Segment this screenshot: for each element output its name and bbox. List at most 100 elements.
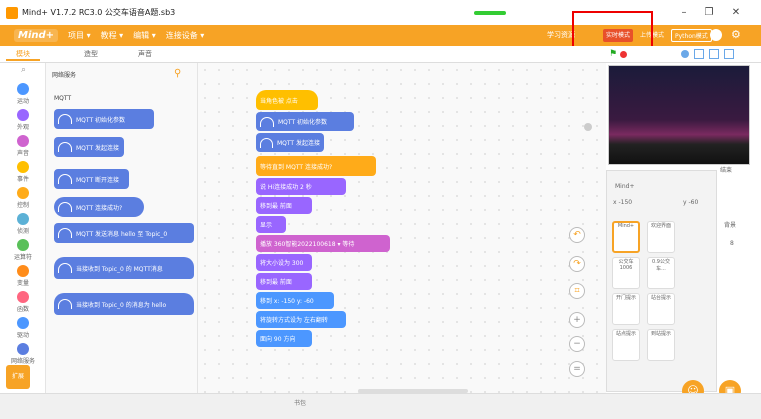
sprite-panel: Mind+ x -150 y -60 Mind+ 欢迎界面 公交车1006 0.… (606, 170, 717, 392)
close-icon[interactable]: ✕ (729, 6, 743, 20)
backdrop-label: 背景 (724, 222, 737, 229)
category-dot (17, 317, 29, 329)
wifi-icon (58, 174, 72, 184)
mind-plus-logo: Mind+ (14, 29, 59, 42)
palette-block-mqtt-init[interactable]: MQTT 初始化参数 (54, 109, 154, 129)
tab-sounds[interactable]: 声音 (128, 48, 162, 61)
category-list: ⌕ 运动 外观 声音 事件 控制 侦测 运算符 变量 函数 驱动 网络服务 (0, 63, 46, 393)
redo-icon[interactable]: ↷ (569, 256, 585, 272)
sprite-name-field[interactable]: Mind+ (615, 183, 634, 190)
wifi-icon (58, 114, 72, 124)
category-dot (17, 187, 29, 199)
search-icon[interactable]: ⌕ (21, 65, 26, 75)
zoom-reset-icon[interactable]: = (569, 361, 585, 377)
palette-block-mqtt-send[interactable]: MQTT 发送消息 hello 至 Topic_0 (54, 223, 194, 243)
sprite-thumb-7[interactable]: 到站提示 (647, 329, 675, 361)
green-flag-icon[interactable]: ⚑ (609, 49, 617, 59)
undo-icon[interactable]: ↶ (569, 227, 585, 243)
script-block-front[interactable]: 移到最 前面 (256, 197, 312, 214)
stage-label-end: 结束 (720, 167, 733, 174)
sprite-thumb-6[interactable]: 站点提示 (612, 329, 640, 361)
palette-block-mqtt-disconnect[interactable]: MQTT 断开连接 (54, 169, 129, 189)
category-dot (17, 213, 29, 225)
wifi-icon (58, 299, 72, 309)
category-looks[interactable]: 外观 (0, 109, 46, 131)
category-sensing[interactable]: 侦测 (0, 213, 46, 235)
sprite-thumb-5[interactable]: 站台提示 (647, 293, 675, 325)
palette-block-mqtt-connected[interactable]: MQTT 连接成功? (54, 197, 144, 217)
sprite-y-field[interactable]: y -60 (683, 199, 698, 206)
menu-connect[interactable]: 连接设备 ▾ (166, 30, 205, 41)
palette-block-mqtt-connect[interactable]: MQTT 发起连接 (54, 137, 124, 157)
sprite-x-field[interactable]: x -150 (613, 199, 632, 206)
extension-button[interactable]: 扩展 (6, 365, 30, 389)
script-block-show[interactable]: 显示 (256, 216, 286, 233)
tab-blocks[interactable]: 模块 (6, 48, 40, 61)
small-stage-icon[interactable] (694, 49, 704, 59)
script-block-front-2[interactable]: 移到最 前面 (256, 273, 312, 290)
mode-python[interactable]: Python模式 (671, 29, 712, 42)
menu-tutorial[interactable]: 教程 ▾ (101, 30, 124, 41)
pin-icon[interactable]: ⚲ (174, 68, 181, 79)
script-block-play-sound[interactable]: 播放 360智能2022100618 ▾ 等待 (256, 235, 390, 252)
category-functions[interactable]: 函数 (0, 291, 46, 313)
category-dot (17, 161, 29, 173)
wifi-icon (58, 202, 72, 212)
stage-canvas[interactable] (608, 65, 750, 165)
zoom-out-icon[interactable]: − (569, 336, 585, 352)
script-block-say[interactable]: 说 Hi连接成功 2 秒 (256, 178, 346, 195)
menu-project[interactable]: 项目 ▾ (68, 30, 91, 41)
crop-icon[interactable]: ⌗ (569, 283, 585, 299)
large-stage-icon[interactable] (709, 49, 719, 59)
script-block-mqtt-connect[interactable]: MQTT 发起连接 (256, 133, 324, 152)
palette-block-mqtt-receive[interactable]: 当接收到 Topic_0 的 MQTT消息 (54, 257, 194, 279)
palette-block-mqtt-receive-value[interactable]: 当接收到 Topic_0 的消息为 hello (54, 293, 194, 315)
sprite-thumb-0[interactable]: Mind+ (612, 221, 640, 253)
script-block-event[interactable]: 当角色被 点击 (256, 90, 318, 110)
script-block-direction[interactable]: 面向 90 方向 (256, 330, 312, 347)
palette-subsection: MQTT (54, 95, 72, 102)
minimize-icon[interactable]: – (677, 6, 691, 20)
category-motion[interactable]: 运动 (0, 83, 46, 105)
category-sound[interactable]: 声音 (0, 135, 46, 157)
script-workspace[interactable]: 当角色被 点击 MQTT 初始化参数 MQTT 发起连接 等待直到 MQTT 连… (198, 63, 606, 393)
script-block-mqtt-init[interactable]: MQTT 初始化参数 (256, 112, 354, 131)
drag-handle[interactable] (474, 11, 506, 15)
wifi-icon (58, 142, 72, 152)
script-block-wait-until[interactable]: 等待直到 MQTT 连接成功? (256, 156, 376, 176)
wifi-icon (260, 116, 274, 127)
backpack-bar[interactable]: 书包 (0, 393, 761, 419)
sprite-thumb-1[interactable]: 欢迎界面 (647, 221, 675, 253)
learning-resources-link[interactable]: 学习资源 (547, 30, 575, 40)
category-dot (17, 109, 29, 121)
zoom-in-icon[interactable]: + (569, 312, 585, 328)
avatar[interactable] (710, 29, 722, 41)
category-control[interactable]: 控制 (0, 187, 46, 209)
category-variables[interactable]: 变量 (0, 265, 46, 287)
tab-bar: 模块 造型 声音 ⚑ (0, 46, 761, 63)
sprite-thumb-3[interactable]: 0.9公交车... (647, 257, 675, 289)
menu-edit[interactable]: 编辑 ▾ (133, 30, 156, 41)
tab-costumes[interactable]: 造型 (74, 48, 108, 61)
sprite-thumb-4[interactable]: 开门提示 (612, 293, 640, 325)
backdrop-count: 8 (730, 240, 734, 247)
gear-icon[interactable]: ⚙ (731, 28, 741, 41)
script-block-rotation[interactable]: 将旋转方式设为 左右翻转 (256, 311, 346, 328)
category-drivers[interactable]: 驱动 (0, 317, 46, 339)
stop-icon[interactable] (620, 51, 627, 58)
category-network[interactable]: 网络服务 (0, 343, 46, 365)
block-palette: 网络服务 ⚲ MQTT MQTT 初始化参数 MQTT 发起连接 MQTT 断开… (46, 63, 198, 393)
script-block-size[interactable]: 将大小设为 300 (256, 254, 312, 271)
maximize-icon[interactable]: ❐ (702, 6, 716, 20)
category-operators[interactable]: 运算符 (0, 239, 46, 261)
category-dot (17, 239, 29, 251)
sprite-thumb-2[interactable]: 公交车1006 (612, 257, 640, 289)
category-events[interactable]: 事件 (0, 161, 46, 183)
palette-section-title: 网络服务 (52, 72, 77, 79)
fullscreen-icon[interactable] (724, 49, 734, 59)
category-dot (17, 265, 29, 277)
view-dot-icon[interactable] (681, 50, 689, 58)
wifi-icon (58, 228, 72, 238)
script-block-goto[interactable]: 移到 x: -150 y: -60 (256, 292, 334, 309)
category-dot (17, 135, 29, 147)
